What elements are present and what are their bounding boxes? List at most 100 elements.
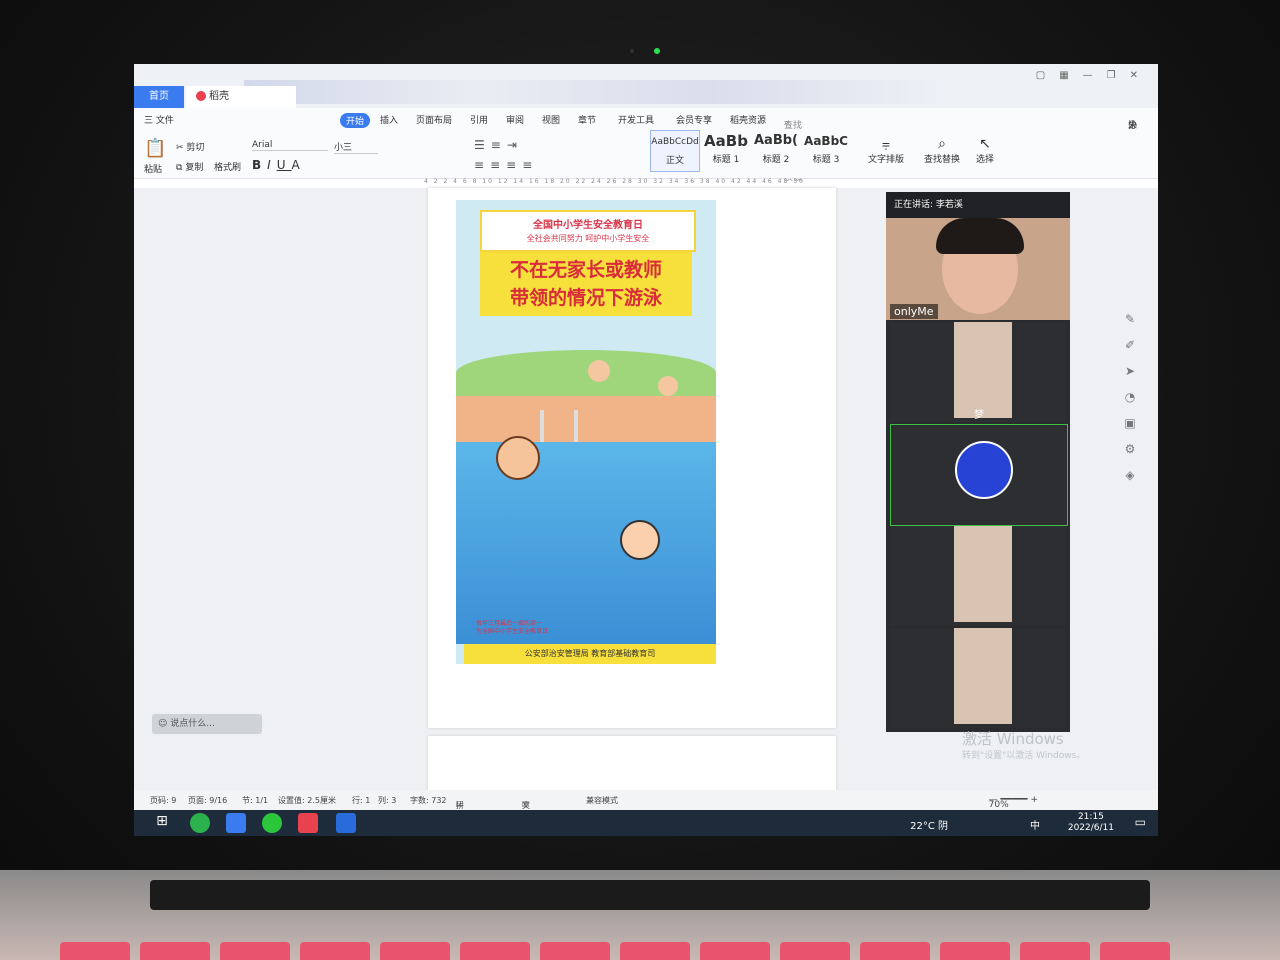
settings-icon[interactable]: ⚙: [1125, 442, 1136, 456]
image-icon[interactable]: ▣: [1124, 416, 1135, 430]
style-h2-name: 标题 2: [762, 155, 790, 165]
app-360-icon[interactable]: [190, 813, 210, 833]
pointer-icon[interactable]: ➤: [1125, 364, 1135, 378]
font-select[interactable]: Arial: [252, 140, 328, 151]
menu-start[interactable]: 开始: [340, 113, 371, 128]
menu-page-layout[interactable]: 页面布局: [416, 113, 452, 126]
find-replace-button[interactable]: ⌕ 查找替换: [924, 136, 960, 165]
key: [140, 942, 210, 960]
style-heading-1[interactable]: AaBb 标题 1: [702, 130, 750, 170]
text-layout-button[interactable]: ⩦ 文字排版: [868, 136, 904, 165]
clock-icon[interactable]: ◔: [1125, 390, 1135, 404]
bold-icon[interactable]: B: [252, 158, 267, 172]
menu-file[interactable]: 三 文件: [144, 113, 174, 126]
participant-tile-2[interactable]: [890, 424, 1068, 526]
compat-mode: 兼容模式: [586, 796, 618, 805]
magnifier-icon: ⌕: [938, 136, 946, 152]
justify-icon[interactable]: ≡: [522, 158, 538, 172]
tab-home[interactable]: 首页: [134, 86, 184, 108]
copy-label: 复制: [185, 163, 204, 173]
apps-icon[interactable]: ▦: [1059, 70, 1068, 81]
system-clock[interactable]: 21:15 2022/6/11: [1068, 812, 1114, 834]
menu-references[interactable]: 引用: [470, 113, 488, 126]
restore-icon[interactable]: ❐: [1107, 70, 1116, 81]
bullet-list-icon[interactable]: ☰: [474, 138, 491, 152]
participant-label: 梦: [974, 410, 984, 421]
girl-figure: [658, 376, 678, 396]
key: [300, 942, 370, 960]
align-buttons[interactable]: ≡≡≡≡: [474, 158, 538, 172]
participant-tile-1[interactable]: 梦: [890, 322, 1066, 422]
chat-input[interactable]: ☺ 说点什么...: [152, 714, 262, 734]
edit-icon[interactable]: ✐: [1125, 338, 1135, 352]
windows-start-icon[interactable]: ⊞: [152, 813, 172, 833]
weather-widget[interactable]: 22°C 阴: [910, 817, 948, 832]
indent-icon[interactable]: ⇥: [507, 138, 523, 152]
participant-tile-4[interactable]: [890, 628, 1066, 728]
pen-icon[interactable]: ✎: [1125, 312, 1135, 326]
minimize-icon[interactable]: —: [1083, 70, 1093, 81]
participant-video-4: [954, 628, 1012, 724]
sensor: [630, 49, 634, 53]
style-h1-sample: AaBb: [704, 132, 748, 150]
shield-icon[interactable]: ◈: [1125, 468, 1134, 482]
copy-button[interactable]: ⧉ 复制: [176, 160, 203, 173]
italic-icon[interactable]: I: [267, 158, 277, 172]
status-words[interactable]: 字数: 732: [410, 795, 447, 806]
layout-icon[interactable]: ▢: [1036, 70, 1045, 81]
format-painter-button[interactable]: 格式刷: [214, 160, 241, 173]
menu-chapter[interactable]: 章节: [578, 113, 596, 126]
docer-icon: [196, 91, 206, 101]
wechat-icon[interactable]: [262, 813, 282, 833]
text-format-buttons[interactable]: BIUA: [252, 158, 306, 172]
poster-footer: 公安部治安管理局 教育部基础教育司: [464, 644, 716, 664]
menu-dev-tools[interactable]: 开发工具: [618, 113, 654, 126]
underline-icon[interactable]: U: [277, 158, 292, 172]
clock-date: 2022/6/11: [1067, 823, 1114, 833]
menu-view[interactable]: 视图: [542, 113, 560, 126]
poster-note-1: 每年三月最后一周的周一: [476, 620, 543, 627]
poster-title: 全国中小学生安全教育日: [533, 220, 643, 231]
close-icon[interactable]: ✕: [1130, 70, 1138, 81]
style-normal-sample: AaBbCcDd: [651, 137, 699, 147]
menu-docer-resources[interactable]: 稻壳资源: [730, 113, 766, 126]
menu-insert[interactable]: 插入: [380, 113, 398, 126]
list-buttons[interactable]: ☰≡⇥: [474, 138, 523, 152]
boy-swimmer: [496, 436, 540, 480]
zoom-control[interactable]: 70% — ━━━━━ +: [989, 795, 1038, 810]
pool-deck: [456, 396, 716, 442]
paste-button[interactable]: 粘贴: [144, 162, 162, 175]
wps-icon[interactable]: [298, 813, 318, 833]
cut-button[interactable]: ✂ 剪切: [176, 140, 204, 153]
notification-icon[interactable]: ▭: [1135, 815, 1146, 829]
font-size-select[interactable]: 小三: [334, 140, 378, 154]
menu-review[interactable]: 审阅: [506, 113, 524, 126]
document-page[interactable]: 全国中小学生安全教育日 全社会共同努力 呵护中小学生安全 不在无家长或教师 带领…: [428, 188, 836, 728]
poster-note-2: 为全国中小学生安全教育日: [476, 628, 549, 635]
ribbon: 📋 粘贴 ✂ 剪切 ⧉ 复制 格式刷 Arial 小三 BIUA ☰≡⇥ ≡≡≡…: [134, 130, 1158, 179]
style-normal[interactable]: AaBbCcDd 正文: [650, 130, 700, 172]
tab-docer[interactable]: 稻壳: [186, 86, 296, 108]
style-heading-2[interactable]: AaBb( 标题 2: [752, 130, 800, 170]
menu-member[interactable]: 会员专享: [676, 113, 712, 126]
meeting-app-icon[interactable]: [336, 813, 356, 833]
select-button[interactable]: ↖ 选择: [976, 136, 994, 165]
style-h2-sample: AaBb(: [754, 133, 798, 148]
app-files-icon[interactable]: [226, 813, 246, 833]
ime-indicator[interactable]: 中: [1030, 817, 1040, 832]
align-left-icon[interactable]: ≡: [474, 158, 490, 172]
align-center-icon[interactable]: ≡: [490, 158, 506, 172]
key: [780, 942, 850, 960]
tab-docer-label: 稻壳: [209, 91, 229, 102]
participant-tile-3[interactable]: [890, 526, 1066, 626]
align-right-icon[interactable]: ≡: [506, 158, 522, 172]
paste-icon[interactable]: 📋: [144, 138, 166, 159]
ruler[interactable]: 4 2 2 4 6 8 10 12 14 16 18 20 22 24 26 2…: [424, 178, 824, 188]
laptop-hinge: [150, 880, 1150, 910]
number-list-icon[interactable]: ≡: [491, 138, 507, 152]
font-color-icon[interactable]: A: [292, 158, 306, 172]
style-heading-3[interactable]: AaBbC 标题 3: [802, 130, 850, 170]
text-layout-label: 文字排版: [868, 155, 905, 165]
activation-watermark-sub: 转到"设置"以激活 Windows。: [962, 751, 1086, 761]
next-page[interactable]: [428, 736, 836, 796]
